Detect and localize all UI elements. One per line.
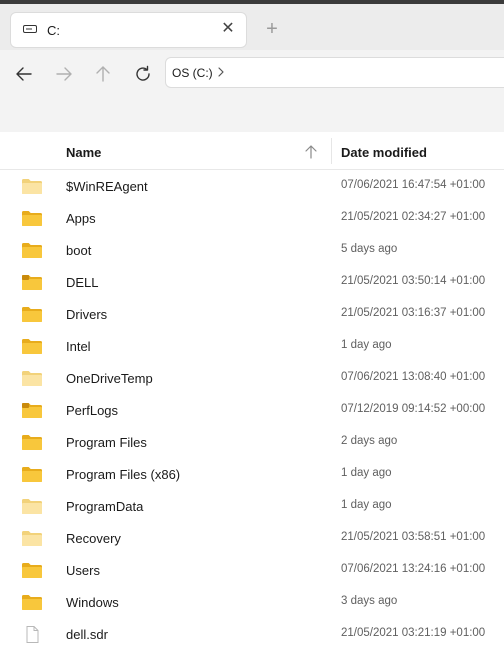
sort-ascending-icon[interactable] [304, 144, 318, 160]
new-tab-button[interactable]: + [262, 19, 282, 40]
arrow-right-icon[interactable] [52, 62, 76, 86]
folder-icon [21, 178, 43, 195]
tab-bar: C: ✕ + [0, 4, 504, 50]
date-modified: 5 days ago [341, 243, 398, 255]
date-modified: 21/05/2021 03:16:37 +01:00 [341, 307, 486, 319]
folder-icon [21, 434, 43, 451]
table-row[interactable]: Apps 21/05/2021 02:34:27 +01:00 [0, 202, 504, 234]
table-row[interactable]: boot 5 days ago [0, 234, 504, 266]
file-name[interactable]: Intel [66, 339, 91, 354]
date-modified: 07/06/2021 13:24:16 +01:00 [341, 563, 486, 575]
folder-icon [21, 498, 43, 515]
chevron-right-icon[interactable] [216, 65, 226, 79]
address-bar[interactable]: OS (C:) [165, 57, 504, 88]
file-name[interactable]: Program Files [66, 435, 147, 450]
folder-icon [21, 594, 43, 611]
column-divider[interactable] [331, 138, 332, 164]
file-name[interactable]: DELL [66, 275, 99, 290]
table-row[interactable]: Drivers 21/05/2021 03:16:37 +01:00 [0, 298, 504, 330]
folder-icon [21, 210, 43, 227]
date-modified: 07/06/2021 16:47:54 +01:00 [341, 179, 486, 191]
folder-icon [21, 530, 43, 547]
date-modified: 21/05/2021 03:58:51 +01:00 [341, 531, 486, 543]
navigation-bar: OS (C:) [0, 50, 504, 96]
table-row[interactable]: Windows 3 days ago [0, 586, 504, 618]
table-row[interactable]: OneDriveTemp 07/06/2021 13:08:40 +01:00 [0, 362, 504, 394]
file-list: Name Date modified $WinREAgent 07/06/2021… [0, 132, 504, 651]
close-icon[interactable]: ✕ [218, 19, 238, 39]
refresh-icon[interactable] [131, 62, 155, 86]
file-name[interactable]: Drivers [66, 307, 107, 322]
date-modified: 21/05/2021 03:21:19 +01:00 [341, 627, 486, 639]
file-name[interactable]: $WinREAgent [66, 179, 148, 194]
file-rows: $WinREAgent 07/06/2021 16:47:54 +01:00 App… [0, 170, 504, 650]
file-name[interactable]: Users [66, 563, 100, 578]
command-bar [0, 96, 504, 132]
arrow-left-icon[interactable] [12, 62, 36, 86]
table-row[interactable]: Users 07/06/2021 13:24:16 +01:00 [0, 554, 504, 586]
tab-drive-c[interactable]: C: ✕ [10, 12, 247, 48]
folder-icon [21, 562, 43, 579]
table-row[interactable]: ProgramData 1 day ago [0, 490, 504, 522]
column-header-name[interactable]: Name [66, 145, 101, 160]
table-row[interactable]: Program Files (x86) 1 day ago [0, 458, 504, 490]
table-row[interactable]: $WinREAgent 07/06/2021 16:47:54 +01:00 [0, 170, 504, 202]
file-name[interactable]: dell.sdr [66, 627, 108, 642]
folder-icon [21, 338, 43, 355]
file-icon [21, 626, 43, 643]
date-modified: 21/05/2021 02:34:27 +01:00 [341, 211, 486, 223]
folder-icon [21, 306, 43, 323]
file-name[interactable]: Apps [66, 211, 96, 226]
column-header-date-modified[interactable]: Date modified [341, 145, 427, 160]
folder-icon [21, 370, 43, 387]
file-name[interactable]: Windows [66, 595, 119, 610]
file-name[interactable]: ProgramData [66, 499, 143, 514]
file-name[interactable]: boot [66, 243, 91, 258]
table-row[interactable]: DELL 21/05/2021 03:50:14 +01:00 [0, 266, 504, 298]
tab-title: C: [47, 23, 60, 38]
breadcrumb-drive[interactable]: OS (C:) [172, 66, 213, 80]
file-name[interactable]: Program Files (x86) [66, 467, 180, 482]
date-modified: 07/06/2021 13:08:40 +01:00 [341, 371, 486, 383]
file-name[interactable]: Recovery [66, 531, 121, 546]
table-row[interactable]: dell.sdr 21/05/2021 03:21:19 +01:00 [0, 618, 504, 650]
drive-icon [23, 25, 37, 33]
date-modified: 3 days ago [341, 595, 398, 607]
file-name[interactable]: PerfLogs [66, 403, 118, 418]
column-header-row: Name Date modified [0, 132, 504, 170]
file-name[interactable]: OneDriveTemp [66, 371, 153, 386]
table-row[interactable]: Program Files 2 days ago [0, 426, 504, 458]
folder-icon [21, 274, 43, 291]
date-modified: 07/12/2019 09:14:52 +00:00 [341, 403, 486, 415]
table-row[interactable]: PerfLogs 07/12/2019 09:14:52 +00:00 [0, 394, 504, 426]
folder-icon [21, 402, 43, 419]
date-modified: 1 day ago [341, 339, 392, 351]
date-modified: 21/05/2021 03:50:14 +01:00 [341, 275, 486, 287]
arrow-up-icon[interactable] [91, 62, 115, 86]
table-row[interactable]: Intel 1 day ago [0, 330, 504, 362]
table-row[interactable]: Recovery 21/05/2021 03:58:51 +01:00 [0, 522, 504, 554]
folder-icon [21, 242, 43, 259]
date-modified: 2 days ago [341, 435, 398, 447]
date-modified: 1 day ago [341, 499, 392, 511]
date-modified: 1 day ago [341, 467, 392, 479]
folder-icon [21, 466, 43, 483]
